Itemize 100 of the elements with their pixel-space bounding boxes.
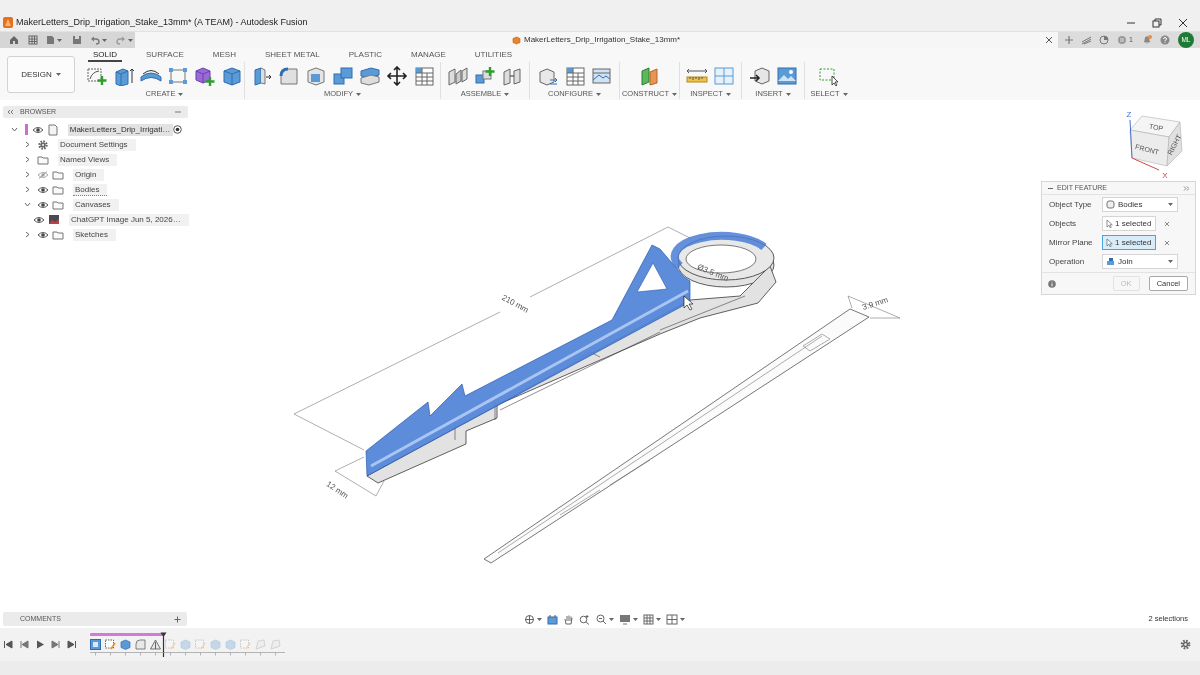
chevron-down-icon[interactable] [11,127,19,132]
toolbar-tab[interactable]: SHEET METAL [259,50,325,62]
table-icon[interactable] [563,66,586,86]
orbit-icon[interactable] [524,613,535,625]
caret-icon[interactable] [102,38,107,42]
pan-hand-icon[interactable] [563,613,574,625]
zoom-icon[interactable] [579,613,590,625]
component-plus-icon[interactable] [474,66,496,86]
caret-icon[interactable] [725,92,731,96]
plus-icon[interactable] [174,615,181,623]
picture-table-icon[interactable] [590,66,613,86]
radio-dot-icon[interactable] [173,125,182,134]
planes-icon[interactable] [638,66,661,86]
skip-end-icon[interactable] [67,640,77,649]
toolbar-tab[interactable]: SURFACE [141,50,189,62]
grid-icon[interactable] [643,613,654,625]
fillet-icon[interactable] [277,66,300,86]
selection-button[interactable]: 1 selected [1102,216,1156,231]
eye-icon[interactable] [37,230,49,239]
plus-icon[interactable] [1064,35,1074,45]
eye-icon[interactable] [31,125,44,134]
close-icon[interactable] [1045,36,1053,44]
viewports-icon[interactable] [666,613,678,625]
configure-box-icon[interactable] [536,66,559,86]
stacked-slabs-icon[interactable] [358,66,381,86]
clock-icon[interactable] [1099,35,1109,45]
toolbar-tab[interactable]: MANAGE [406,50,451,62]
look-at-icon[interactable] [547,613,558,625]
caret-icon[interactable] [680,617,685,621]
caret-icon[interactable] [656,617,661,621]
cube-icon[interactable] [221,66,243,86]
shell-icon[interactable] [304,66,327,86]
dropdown[interactable]: Bodies [1102,197,1178,212]
clear-icon[interactable] [1164,239,1170,246]
restore-icon[interactable] [1152,18,1162,28]
chevron-down-icon[interactable] [23,202,31,207]
joint-plates-icon[interactable] [447,66,469,86]
caret-icon[interactable] [55,73,61,76]
chevron-right-icon[interactable] [24,171,30,178]
tree-item-label[interactable]: Named Views [58,153,118,166]
settings-icon[interactable] [1180,639,1191,650]
chevron-right-icon[interactable] [24,156,30,163]
caret-icon[interactable] [785,92,791,96]
table-icon[interactable] [412,66,435,86]
move-arrows-icon[interactable] [385,66,408,86]
toolbar-tab[interactable]: PLASTIC [343,50,388,62]
file-icon[interactable] [46,35,55,45]
canvas-step-icon[interactable] [90,639,101,650]
caret-icon[interactable] [842,92,848,96]
collapse-icon[interactable] [1048,185,1053,191]
zoom-window-icon[interactable] [596,613,607,625]
selection-button[interactable]: 1 selected [1102,235,1156,250]
tree-item-label[interactable]: Bodies [73,183,108,196]
body-step-icon[interactable] [120,639,131,650]
home-icon[interactable] [9,35,19,45]
display-icon[interactable] [619,613,631,625]
tree-item-label[interactable]: Document Settings [58,138,136,151]
tree-item-label[interactable]: MakerLetters_Drip_Irrigati… [67,123,173,136]
caret-icon[interactable] [178,92,184,96]
undo-icon[interactable] [90,35,100,45]
caret-icon[interactable] [504,92,510,96]
fillet-step-icon[interactable] [135,639,146,650]
dropdown[interactable]: Join [1102,254,1178,269]
timeline-marker[interactable] [159,632,167,657]
collapse-left-icon[interactable] [7,109,13,115]
tree-item-label[interactable]: Canvases [73,198,119,211]
step-forward-icon[interactable] [51,640,61,649]
combine-icon[interactable] [331,66,354,86]
caret-icon[interactable] [537,617,542,621]
chevron-right-icon[interactable] [24,231,30,238]
view-cube[interactable] [1129,115,1183,167]
eye-icon[interactable] [37,185,49,194]
eye-icon[interactable] [37,200,49,209]
tree-item-label[interactable]: Sketches [73,228,116,241]
insert-box-icon[interactable] [748,66,771,86]
caret-icon[interactable] [596,92,601,96]
tree-item-label[interactable]: ChatGPT Image Jun 5, 2026… [69,213,189,226]
grid-icon[interactable] [28,35,38,45]
mirror-step-icon[interactable] [150,639,161,650]
toolbar-tab[interactable]: SOLID [88,50,122,62]
caret-icon[interactable] [672,92,678,96]
eye-slash-icon[interactable] [37,170,49,179]
toolbar-tab[interactable]: MESH [207,50,241,62]
workspace-dropdown[interactable]: DESIGN [7,56,75,93]
sketch-plus-icon[interactable] [86,66,108,86]
selection-box-icon[interactable] [818,66,840,86]
skip-start-icon[interactable] [3,640,13,649]
sketch-step-icon[interactable] [105,639,116,650]
help-icon[interactable] [1159,35,1170,45]
extensions-icon[interactable] [1081,35,1092,45]
tree-item-label[interactable]: Origin [73,168,105,181]
chevron-right-icon[interactable] [24,186,30,193]
caret-icon[interactable] [356,92,362,96]
step-back-icon[interactable] [19,640,29,649]
ruler-icon[interactable] [686,66,708,86]
caret-icon[interactable] [633,617,638,621]
extrude-box-icon[interactable] [113,66,135,86]
document-tab[interactable]: MakerLetters_Drip_Irrigation_Stake_13mm* [512,35,681,45]
bell-icon[interactable] [1141,35,1152,45]
save-icon[interactable] [72,35,82,45]
